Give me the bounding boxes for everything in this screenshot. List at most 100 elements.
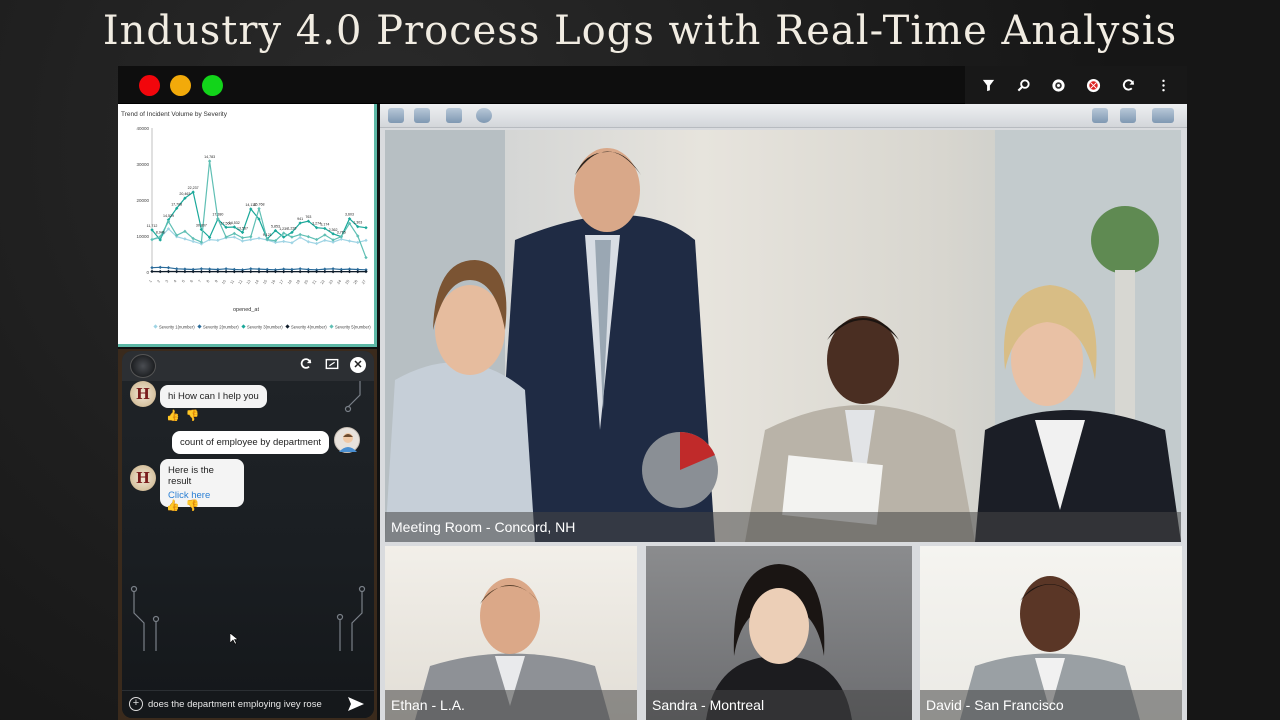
x-tick-label: 3 (165, 279, 169, 283)
series-point (314, 241, 319, 246)
record-button[interactable] (1083, 74, 1105, 96)
main-video-feed[interactable]: Meeting Room - Concord, NH (385, 130, 1181, 542)
participant-label: David - San Francisco (920, 690, 1182, 720)
thumbs-down-icon[interactable]: 👎 (186, 499, 200, 512)
mouse-cursor-icon (230, 633, 238, 645)
series-point (166, 269, 171, 274)
x-tick-label: 15 (262, 279, 268, 285)
data-label: 14,529 (163, 214, 174, 218)
series-point (331, 269, 335, 274)
series-point (314, 269, 319, 274)
refresh-icon (1122, 78, 1135, 91)
minimize-window-button[interactable] (170, 75, 191, 96)
series-point (347, 239, 352, 243)
x-tick-label: 26 (353, 279, 359, 285)
settings-icon (1052, 78, 1065, 92)
series-point (207, 159, 212, 163)
close-window-button[interactable] (139, 75, 160, 96)
video-tool-search-button[interactable] (476, 108, 492, 123)
legend-label: Severity 4(number) (291, 325, 327, 330)
x-tick-label: 8 (206, 279, 210, 283)
data-label: 17,708 (171, 202, 182, 206)
data-label: 13,567 (237, 226, 248, 230)
data-label: 20,463 (179, 192, 190, 196)
send-icon[interactable] (348, 697, 364, 711)
x-tick-label: 4 (173, 279, 177, 283)
data-label: 8,946 (156, 231, 165, 235)
chat-message-input[interactable]: does the department employing ivey rose (148, 699, 322, 710)
thumbs-down-icon[interactable]: 👎 (186, 409, 200, 422)
feedback-row: 👍 👎 (166, 499, 199, 512)
main-video-label: Meeting Room - Concord, NH (385, 512, 1181, 542)
x-tick-label: 13 (246, 279, 252, 285)
attach-plus-icon[interactable]: + (129, 697, 143, 711)
participant-video-david[interactable]: David - San Francisco (920, 546, 1182, 720)
video-tool-share-button[interactable] (1092, 108, 1108, 123)
series-point (166, 265, 171, 270)
series-point (298, 269, 302, 274)
search-button[interactable] (1013, 74, 1035, 96)
series-point (347, 269, 352, 274)
bot-result-text: Here is the result (168, 465, 214, 487)
data-label: 3,603 (345, 213, 354, 217)
series-point (306, 235, 311, 239)
more-button[interactable] (1153, 74, 1175, 96)
thumbs-up-icon[interactable]: 👍 (166, 499, 180, 512)
x-tick-label: 22 (320, 279, 326, 285)
video-conference-panel: Meeting Room - Concord, NH Ethan - L.A. … (380, 104, 1187, 720)
slide-title: Industry 4.0 Process Logs with Real-Time… (102, 8, 1178, 54)
series-point (356, 240, 360, 245)
participant-video-ethan[interactable]: Ethan - L.A. (385, 546, 637, 720)
thumbs-up-icon[interactable]: 👍 (166, 409, 180, 422)
data-label: 17,380 (212, 213, 223, 217)
filter-button[interactable] (978, 74, 1000, 96)
legend-label: Severity 5(number) (335, 325, 371, 330)
bot-message-text: hi How can I help you (168, 391, 259, 402)
chart-title: Trend of Incident Volume by Severity (121, 111, 228, 118)
refresh-button[interactable] (1118, 74, 1140, 96)
chart-y-axis: 0 10000 20000 30000 40000 (136, 126, 366, 275)
series-point (240, 269, 245, 274)
video-tool-camera-button[interactable] (414, 108, 430, 123)
series-point (281, 239, 286, 244)
x-tick-label: 6 (189, 279, 193, 283)
chart-xlabel: opened_at (233, 307, 259, 313)
chart-series-group (150, 159, 368, 274)
maximize-window-button[interactable] (202, 75, 223, 96)
data-label: 14,532 (229, 221, 240, 225)
video-tool-home-button[interactable] (388, 108, 404, 123)
record-icon (1086, 78, 1101, 92)
y-tick-label: 10000 (136, 234, 149, 239)
x-tick-label: 18 (287, 279, 293, 285)
video-tool-exit-button[interactable] (1152, 108, 1174, 123)
window-titlebar (118, 66, 1187, 104)
series-point (306, 269, 311, 274)
x-tick-label: 5 (181, 279, 185, 283)
series-point (174, 269, 179, 274)
series-point (364, 226, 368, 230)
series-point (364, 269, 368, 274)
x-tick-label: 17 (279, 279, 285, 285)
data-label: 14,783 (204, 155, 215, 159)
series-point (249, 235, 253, 239)
series-point (158, 265, 162, 270)
legend-label: Severity 3(number) (247, 325, 283, 330)
user-message-bubble: count of employee by department (172, 431, 330, 454)
settings-button[interactable] (1048, 74, 1070, 96)
participant-video-sandra[interactable]: Sandra - Montreal (646, 546, 912, 720)
y-tick-label: 20000 (136, 198, 149, 203)
x-tick-label: 10 (221, 279, 227, 285)
data-label: 3,765 (337, 231, 346, 235)
data-label: 15,768 (254, 203, 265, 207)
chatbot-frame: ✕ H hi How can I help you 👍 👎 count of e… (118, 349, 377, 720)
participant-label: Ethan - L.A. (385, 690, 637, 720)
series-point (364, 238, 368, 243)
x-tick-label: 1 (148, 279, 152, 283)
meeting-group-image (385, 130, 1181, 542)
participant-label: Sandra - Montreal (646, 690, 912, 720)
video-tool-layout-button[interactable] (446, 108, 462, 123)
video-tool-fullscreen-button[interactable] (1120, 108, 1136, 123)
x-tick-label: 7 (198, 279, 202, 283)
bot-avatar: H (130, 465, 156, 491)
series-point (257, 206, 261, 211)
